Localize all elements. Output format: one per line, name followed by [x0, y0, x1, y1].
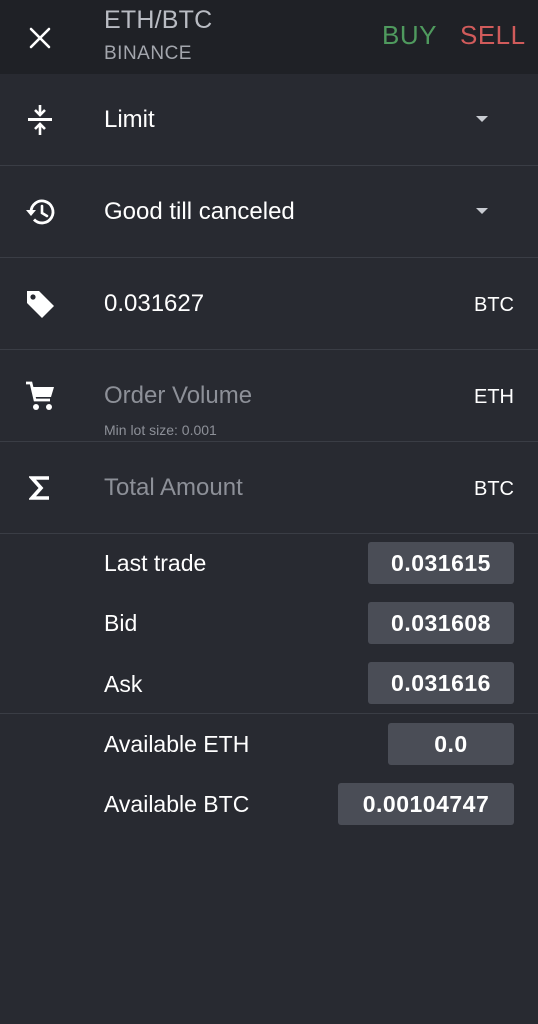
- total-unit: BTC: [474, 478, 514, 500]
- price-field[interactable]: 0.031627 BTC: [0, 258, 538, 350]
- order-type-value: Limit: [104, 106, 155, 133]
- chevron-down-icon: [476, 208, 488, 214]
- last-trade-value[interactable]: 0.031615: [368, 542, 514, 584]
- close-button[interactable]: [22, 20, 58, 56]
- top-bar: ETH/BTC BINANCE BUY SELL: [0, 0, 538, 74]
- volume-unit: ETH: [474, 386, 514, 408]
- exchange-name: BINANCE: [104, 43, 192, 64]
- available-eth-label: Available ETH: [104, 731, 250, 757]
- pair-title: ETH/BTC: [104, 6, 213, 34]
- price-unit: BTC: [474, 294, 514, 316]
- ask-label: Ask: [104, 671, 143, 697]
- total-amount-field[interactable]: Total Amount BTC: [0, 442, 538, 534]
- available-btc-value[interactable]: 0.00104747: [338, 783, 514, 825]
- tag-icon: [24, 288, 56, 320]
- buy-button[interactable]: BUY: [382, 20, 437, 51]
- time-in-force-value: Good till canceled: [104, 198, 295, 225]
- available-btc-label: Available BTC: [104, 791, 250, 817]
- sell-button[interactable]: SELL: [460, 20, 526, 51]
- close-icon: [29, 27, 51, 49]
- compress-icon: [24, 104, 56, 136]
- total-amount-placeholder: Total Amount: [104, 474, 243, 501]
- history-icon: [24, 196, 56, 228]
- ask-value[interactable]: 0.031616: [368, 662, 514, 704]
- bid-value[interactable]: 0.031608: [368, 602, 514, 644]
- order-volume-placeholder: Order Volume: [104, 382, 253, 409]
- chevron-down-icon: [476, 116, 488, 122]
- bid-label: Bid: [104, 610, 138, 636]
- sigma-icon: [24, 472, 56, 504]
- price-value: 0.031627: [104, 290, 205, 317]
- min-lot-hint: Min lot size: 0.001: [104, 422, 217, 438]
- order-volume-field[interactable]: Order Volume Min lot size: 0.001 ETH: [0, 350, 538, 442]
- time-in-force-select[interactable]: Good till canceled: [0, 166, 538, 258]
- divider: [0, 713, 538, 714]
- available-eth-value[interactable]: 0.0: [388, 723, 514, 765]
- order-type-select[interactable]: Limit: [0, 74, 538, 166]
- last-trade-label: Last trade: [104, 550, 207, 576]
- cart-icon: [24, 380, 56, 412]
